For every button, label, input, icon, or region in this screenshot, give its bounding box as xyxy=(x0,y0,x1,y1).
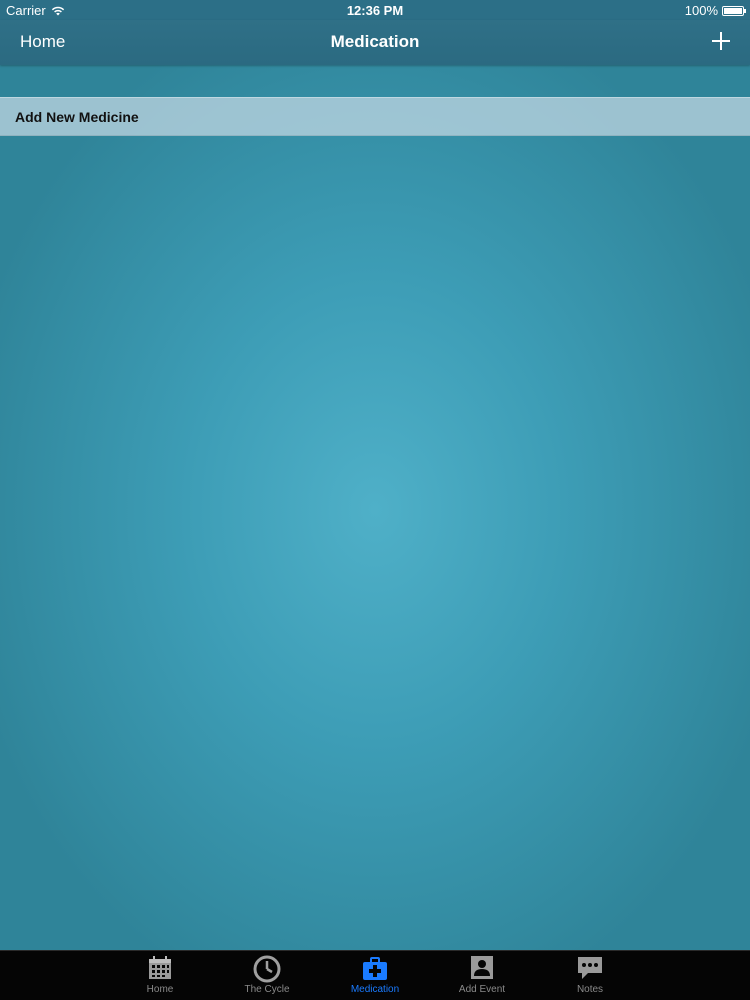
page-title: Medication xyxy=(330,32,420,51)
app-screen: Carrier 12:36 PM 100% Home Medication Ad… xyxy=(0,0,750,1000)
tab-add-event-label: Add Event xyxy=(458,984,506,995)
speech-bubble-icon xyxy=(578,957,602,979)
add-medicine-button[interactable] xyxy=(708,28,734,54)
tab-medication[interactable]: Medication xyxy=(330,953,420,999)
battery-percent: 100% xyxy=(684,3,718,18)
calendar-icon xyxy=(149,956,171,979)
battery-info: 100% xyxy=(684,3,746,18)
tab-notes[interactable]: Notes xyxy=(545,953,635,999)
tab-the-cycle[interactable]: The Cycle xyxy=(222,953,312,999)
tab-home-label: Home xyxy=(146,984,174,995)
battery-icon xyxy=(722,5,746,16)
tab-medication-label: Medication xyxy=(350,984,400,995)
tab-notes-label: Notes xyxy=(576,984,604,995)
plus-icon xyxy=(712,32,730,50)
tab-bar: Home The Cycle Medication Add Event Note… xyxy=(0,950,750,1000)
status-time: 12:36 PM xyxy=(346,3,404,18)
add-new-medicine-label: Add New Medicine xyxy=(15,109,139,125)
status-bar: Carrier 12:36 PM 100% xyxy=(0,0,750,20)
tab-the-cycle-label: The Cycle xyxy=(244,984,290,995)
tab-home[interactable]: Home xyxy=(115,953,205,999)
contact-icon xyxy=(471,956,493,979)
medkit-icon xyxy=(363,957,387,980)
navigation-bar: Home Medication xyxy=(0,20,750,65)
tab-add-event[interactable]: Add Event xyxy=(437,953,527,999)
clock-icon xyxy=(253,955,281,983)
add-new-medicine-row[interactable]: Add New Medicine xyxy=(0,97,750,136)
